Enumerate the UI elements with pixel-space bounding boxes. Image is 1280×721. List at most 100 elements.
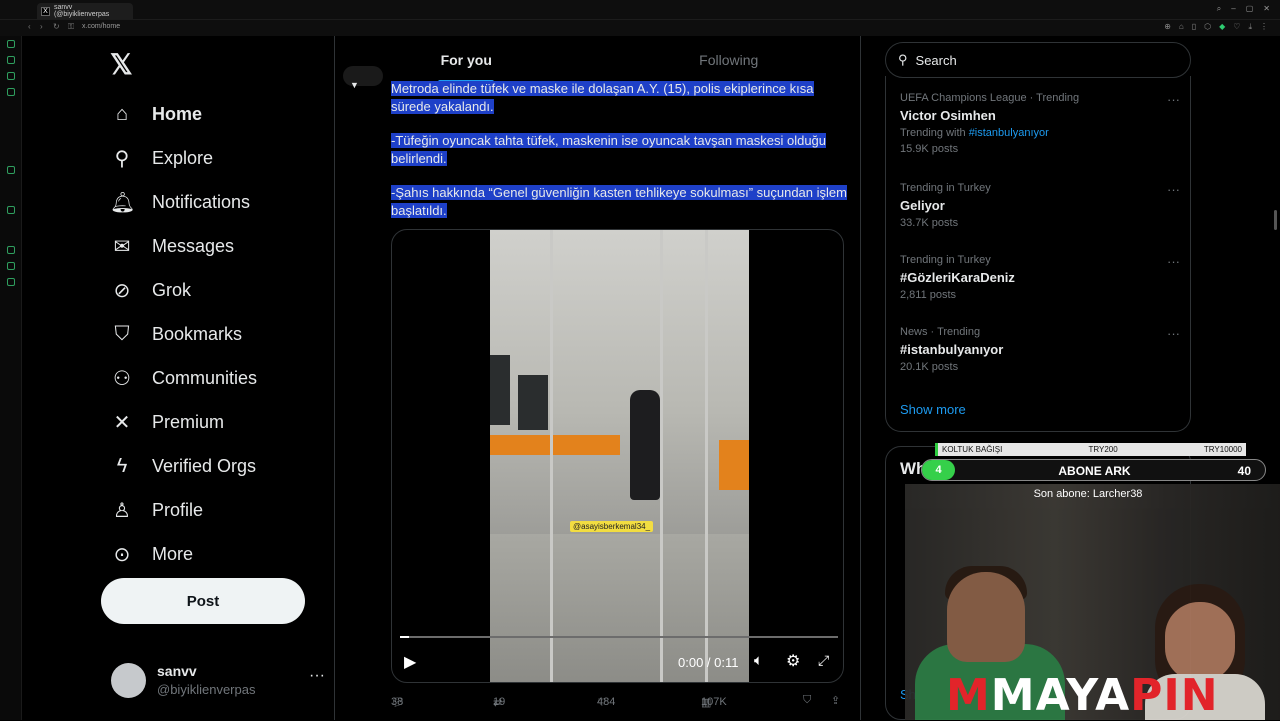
play-icon[interactable]: ▶	[404, 652, 416, 672]
subscriber-goal: ABONE ARK 4 40	[921, 459, 1266, 481]
nav-explore[interactable]: ⚲ Explore	[110, 136, 257, 180]
minimize-icon[interactable]: –	[1231, 4, 1235, 14]
nav-more[interactable]: ⊙ More	[110, 532, 257, 576]
webcam-person	[947, 572, 1025, 662]
shield-icon[interactable]: ◆	[1219, 22, 1225, 32]
account-switcher[interactable]: sanvv @biyiklienverpas ···	[111, 661, 325, 701]
person-icon: ♙	[113, 499, 131, 522]
forward-icon[interactable]: ›	[40, 22, 43, 31]
more-dots-icon[interactable]: ···	[1167, 254, 1180, 269]
post-button[interactable]: Post	[101, 578, 305, 624]
lock-icon: ⚿	[68, 22, 75, 31]
nav-notifications[interactable]: 🔔︎ Notifications	[110, 180, 257, 224]
trends-panel: UEFA Champions League · Trending Victor …	[885, 76, 1191, 432]
close-icon[interactable]: ✕	[1263, 4, 1270, 14]
sidebar-app-icon[interactable]	[7, 166, 15, 174]
tab-following[interactable]: Following	[598, 36, 861, 84]
nav-premium[interactable]: ✕ Premium	[110, 400, 257, 444]
video-time: 0:00 / 0:11	[678, 655, 739, 670]
nav-messages[interactable]: ✉ Messages	[110, 224, 257, 268]
sidebar-app-icon[interactable]	[7, 246, 15, 254]
trend-item[interactable]: Trending in Turkey Geliyor 33.7K posts ·…	[900, 182, 1180, 229]
trend-item[interactable]: Trending in Turkey #GözleriKaraDeniz 2,8…	[900, 254, 1180, 301]
trend-item[interactable]: UEFA Champions League · Trending Victor …	[900, 92, 1180, 155]
video-seat	[719, 440, 749, 490]
menu-icon[interactable]: ⋮	[1260, 22, 1268, 32]
x-logo-icon[interactable]: 𝕏	[110, 48, 133, 81]
sidebar-app-icon[interactable]	[7, 206, 15, 214]
tweet-paragraph: -Şahıs hakkında “Genel güvenliğin kasten…	[391, 185, 847, 218]
user-handle: @biyiklienverpas	[157, 682, 256, 697]
search-icon: ⚲	[898, 52, 908, 67]
search-icon[interactable]: ⌕	[1217, 4, 1221, 14]
grok-icon: ⊘	[113, 279, 131, 302]
pin-icon[interactable]: ⌂	[1179, 22, 1184, 32]
more-dots-icon[interactable]: ···	[1167, 326, 1180, 341]
main-feed: For you Following ▼ Metroda elinde tüfek…	[335, 36, 860, 720]
browser-tab[interactable]: X sanvv (@biyiklienverpas	[37, 3, 133, 19]
goal-level-badge: 4	[922, 460, 955, 480]
brand-logo: MMAYAPIN	[946, 670, 1219, 721]
video-player[interactable]: @asayisberkemal34_ ▶ 0:00 / 0:11 🔈︎ ⚙ ⤢	[391, 229, 844, 683]
show-more-link[interactable]: Show more	[900, 402, 966, 417]
more-dots-icon[interactable]: ···	[1167, 182, 1180, 197]
restore-icon[interactable]: ▢	[1246, 4, 1254, 14]
video-progress-bar[interactable]	[400, 636, 838, 638]
nav-bookmarks[interactable]: ⛉ Bookmarks	[110, 312, 257, 356]
home-icon: ⌂	[115, 102, 129, 125]
left-navigation: 𝕏 ⌂ Home ⚲ Explore 🔔︎ Notifications ✉ Messag…	[100, 36, 334, 720]
back-icon[interactable]: ‹	[28, 22, 31, 31]
sidebar-app-icon[interactable]	[7, 72, 15, 80]
primary-nav: ⌂ Home ⚲ Explore 🔔︎ Notifications ✉ Messages…	[110, 92, 257, 576]
heart-icon[interactable]: ♡	[1233, 22, 1240, 32]
browser-sidebar	[0, 36, 22, 720]
video-seat	[490, 435, 620, 455]
user-name: sanvv	[157, 663, 197, 679]
trend-item[interactable]: News · Trending #istanbulyanıyor 20.1K p…	[900, 326, 1180, 373]
bookmark-icon[interactable]: ⛉	[803, 694, 811, 707]
sidebar-app-icon[interactable]	[7, 88, 15, 96]
gear-icon[interactable]: ⚙	[786, 651, 800, 671]
tweet-paragraph: Metroda elinde tüfek ve maske ile dolaşa…	[391, 81, 814, 114]
search-input[interactable]: ⚲ Search	[885, 42, 1191, 78]
scrollbar[interactable]	[1274, 210, 1277, 230]
tweet-actions: 💬︎ 38 ⇄ 19 ♡ 484 ▥ 107K ⛉ ⇪	[391, 694, 841, 709]
copy-icon[interactable]: ▯	[1192, 22, 1196, 32]
address-bar: ‹ › ↻ ⚿ x.com/home ⊕ ⌂ ▯ ⬡ ◆ ♡ ⤓ ⋮	[0, 20, 1280, 36]
video-progress-fill	[400, 636, 409, 638]
x-premium-icon: ✕	[113, 411, 131, 434]
zoom-icon[interactable]: ⊕	[1164, 22, 1171, 32]
nav-communities[interactable]: ⚇ Communities	[110, 356, 257, 400]
search-placeholder: Search	[915, 52, 957, 68]
extension-icon[interactable]: ⬡	[1204, 22, 1211, 32]
bookmark-icon: ⛉	[114, 322, 130, 345]
url-text[interactable]: x.com/home	[82, 23, 120, 30]
sidebar-app-icon[interactable]	[7, 278, 15, 286]
window-controls: ⌕ – ▢ ✕	[1217, 4, 1270, 14]
share-icon[interactable]: ⇪	[831, 694, 840, 707]
tweet-avatar[interactable]	[343, 66, 383, 86]
browser-tabstrip: X sanvv (@biyiklienverpas ⌕ – ▢ ✕	[0, 0, 1280, 20]
sidebar-app-icon[interactable]	[7, 56, 15, 64]
nav-profile[interactable]: ♙ Profile	[110, 488, 257, 532]
nav-verified-orgs[interactable]: ϟ Verified Orgs	[110, 444, 257, 488]
volume-icon[interactable]: 🔈︎	[754, 652, 763, 669]
donation-goal-bar: KOLTUK BAĞIŞI TRY200 TRY10000	[935, 443, 1246, 456]
nav-home[interactable]: ⌂ Home	[110, 92, 257, 136]
sidebar-app-icon[interactable]	[7, 262, 15, 270]
download-icon[interactable]: ⤓	[1248, 22, 1252, 32]
avatar	[111, 663, 146, 698]
nav-grok[interactable]: ⊘ Grok	[110, 268, 257, 312]
bolt-icon: ϟ	[116, 454, 128, 477]
reload-icon[interactable]: ↻	[53, 22, 60, 31]
feed-tabs: For you Following	[335, 36, 860, 84]
trend-link[interactable]: #istanbulyanıyor	[969, 127, 1049, 139]
search-icon: ⚲	[114, 147, 130, 170]
more-dots-icon[interactable]: ···	[309, 667, 325, 685]
bell-icon: 🔔︎	[110, 191, 136, 214]
fullscreen-icon[interactable]: ⤢	[818, 652, 829, 669]
communities-icon: ⚇	[113, 367, 131, 390]
video-pole	[660, 230, 663, 682]
more-dots-icon[interactable]: ···	[1167, 92, 1180, 107]
sidebar-app-icon[interactable]	[7, 40, 15, 48]
